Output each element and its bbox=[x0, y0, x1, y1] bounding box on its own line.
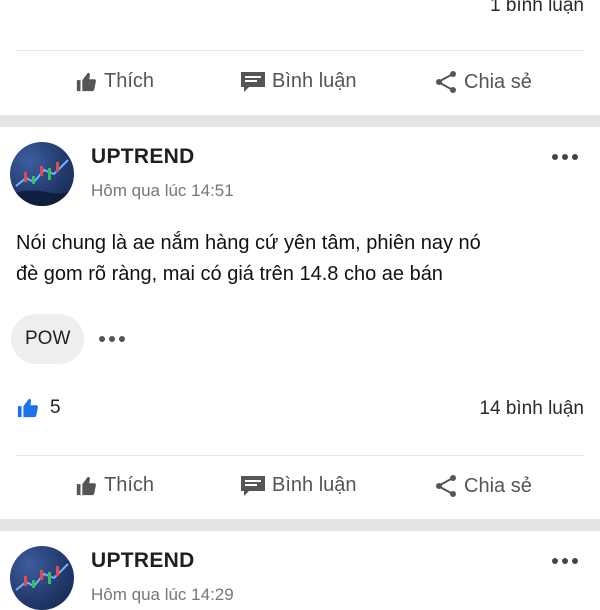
comment-button[interactable]: Bình luận bbox=[240, 474, 357, 497]
post-card: UPTREND Hôm qua lúc 14:51 Nói chung là a… bbox=[0, 127, 600, 507]
like-label: Thích bbox=[104, 474, 155, 496]
comment-label: Bình luận bbox=[272, 70, 357, 92]
like-summary[interactable]: 5 bbox=[16, 397, 61, 419]
post-card: UPTREND Hôm qua lúc 14:29 bbox=[0, 531, 600, 610]
more-icon bbox=[552, 154, 578, 160]
comments-count[interactable]: 14 bình luận bbox=[479, 398, 584, 420]
more-options-button[interactable] bbox=[550, 553, 580, 569]
post-content: Nói chung là ae nắm hàng cứ yên tâm, phi… bbox=[16, 228, 481, 290]
more-options-button[interactable] bbox=[550, 149, 580, 165]
like-label: Thích bbox=[104, 70, 155, 92]
share-label: Chia sẻ bbox=[464, 70, 532, 93]
author-name[interactable]: UPTREND bbox=[91, 145, 195, 169]
like-count: 5 bbox=[50, 397, 61, 418]
post-separator bbox=[0, 115, 600, 127]
post-timestamp: Hôm qua lúc 14:29 bbox=[91, 585, 234, 604]
avatar-chart-image bbox=[10, 159, 74, 206]
avatar-chart-image bbox=[15, 563, 69, 591]
stock-tag-label: POW bbox=[25, 328, 71, 349]
share-icon bbox=[434, 70, 458, 94]
like-button[interactable]: Thích bbox=[74, 474, 154, 497]
comment-button[interactable]: Bình luận bbox=[240, 70, 357, 93]
post-separator bbox=[0, 519, 600, 531]
divider bbox=[15, 50, 585, 51]
post-content-line: đè gom rõ ràng, mai có giá trên 14.8 cho… bbox=[16, 263, 443, 285]
stock-tag-chip[interactable]: POW bbox=[11, 314, 85, 364]
more-icon bbox=[99, 336, 125, 342]
like-button[interactable]: Thích bbox=[74, 70, 154, 93]
comment-icon bbox=[240, 475, 266, 497]
action-bar: Thích Bình luận Chia sẻ bbox=[0, 456, 600, 520]
action-bar-prev: Thích Bình luận Chia sẻ bbox=[0, 52, 600, 116]
share-label: Chia sẻ bbox=[464, 474, 532, 497]
avatar[interactable] bbox=[10, 142, 74, 206]
post-content-line: Nói chung là ae nắm hàng cứ yên tâm, phi… bbox=[16, 232, 481, 254]
share-icon bbox=[434, 474, 458, 498]
share-button[interactable]: Chia sẻ bbox=[434, 474, 532, 498]
tag-more-button[interactable] bbox=[98, 335, 126, 343]
author-name[interactable]: UPTREND bbox=[91, 549, 195, 573]
comment-label: Bình luận bbox=[272, 474, 357, 496]
thumbs-up-icon bbox=[74, 475, 98, 497]
prev-post-comments-count[interactable]: 1 bình luận bbox=[490, 0, 584, 17]
avatar[interactable] bbox=[10, 546, 74, 610]
thumbs-up-icon bbox=[17, 398, 38, 418]
more-icon bbox=[552, 558, 578, 564]
post-timestamp: Hôm qua lúc 14:51 bbox=[91, 181, 234, 200]
comment-icon bbox=[240, 71, 266, 93]
share-button[interactable]: Chia sẻ bbox=[434, 70, 532, 94]
thumbs-up-icon bbox=[74, 71, 98, 93]
